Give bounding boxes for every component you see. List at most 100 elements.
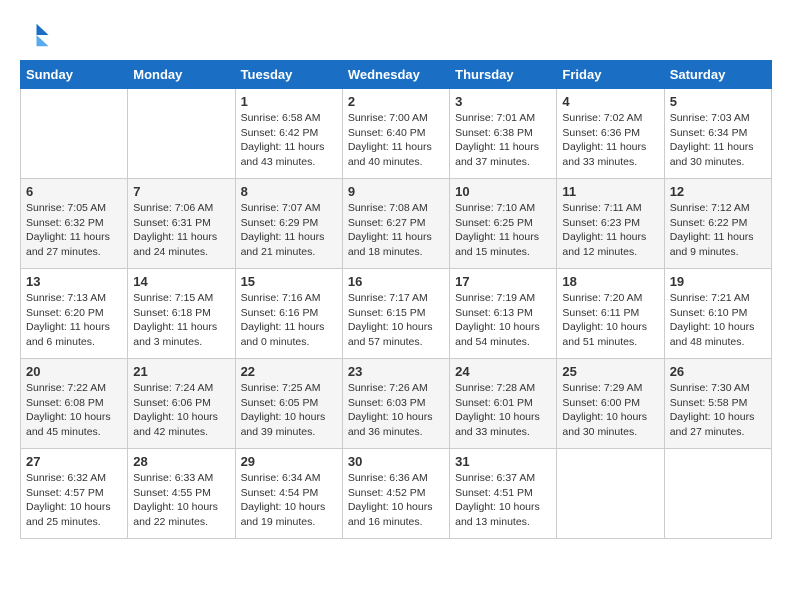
col-header-friday: Friday	[557, 61, 664, 89]
day-info: Sunrise: 7:20 AM Sunset: 6:11 PM Dayligh…	[562, 291, 658, 350]
day-info: Sunrise: 7:19 AM Sunset: 6:13 PM Dayligh…	[455, 291, 551, 350]
col-header-sunday: Sunday	[21, 61, 128, 89]
day-info: Sunrise: 7:29 AM Sunset: 6:00 PM Dayligh…	[562, 381, 658, 440]
logo	[20, 20, 54, 50]
day-number: 15	[241, 274, 337, 289]
day-number: 23	[348, 364, 444, 379]
day-cell: 21 Sunrise: 7:24 AM Sunset: 6:06 PM Dayli…	[128, 359, 235, 449]
day-info: Sunrise: 6:58 AM Sunset: 6:42 PM Dayligh…	[241, 111, 337, 170]
week-row-2: 6 Sunrise: 7:05 AM Sunset: 6:32 PM Daylig…	[21, 179, 772, 269]
day-cell: 7 Sunrise: 7:06 AM Sunset: 6:31 PM Daylig…	[128, 179, 235, 269]
day-info: Sunrise: 6:36 AM Sunset: 4:52 PM Dayligh…	[348, 471, 444, 530]
col-header-tuesday: Tuesday	[235, 61, 342, 89]
day-info: Sunrise: 7:02 AM Sunset: 6:36 PM Dayligh…	[562, 111, 658, 170]
day-number: 30	[348, 454, 444, 469]
day-number: 22	[241, 364, 337, 379]
day-cell	[21, 89, 128, 179]
day-number: 20	[26, 364, 122, 379]
week-row-3: 13 Sunrise: 7:13 AM Sunset: 6:20 PM Dayli…	[21, 269, 772, 359]
day-number: 17	[455, 274, 551, 289]
day-cell: 26 Sunrise: 7:30 AM Sunset: 5:58 PM Dayli…	[664, 359, 771, 449]
day-cell: 6 Sunrise: 7:05 AM Sunset: 6:32 PM Daylig…	[21, 179, 128, 269]
day-info: Sunrise: 7:28 AM Sunset: 6:01 PM Dayligh…	[455, 381, 551, 440]
week-row-5: 27Sunrise: 6:32 AM Sunset: 4:57 PM Dayli…	[21, 449, 772, 539]
calendar-table: SundayMondayTuesdayWednesdayThursdayFrid…	[20, 60, 772, 539]
col-header-thursday: Thursday	[450, 61, 557, 89]
day-cell: 16 Sunrise: 7:17 AM Sunset: 6:15 PM Dayli…	[342, 269, 449, 359]
day-cell: 25 Sunrise: 7:29 AM Sunset: 6:00 PM Dayli…	[557, 359, 664, 449]
day-number: 5	[670, 94, 766, 109]
col-header-wednesday: Wednesday	[342, 61, 449, 89]
day-number: 21	[133, 364, 229, 379]
day-cell: 12 Sunrise: 7:12 AM Sunset: 6:22 PM Dayli…	[664, 179, 771, 269]
day-number: 8	[241, 184, 337, 199]
day-number: 6	[26, 184, 122, 199]
day-cell: 29 Sunrise: 6:34 AM Sunset: 4:54 PM Dayli…	[235, 449, 342, 539]
day-info: Sunrise: 7:05 AM Sunset: 6:32 PM Dayligh…	[26, 201, 122, 260]
day-number: 13	[26, 274, 122, 289]
day-cell: 19 Sunrise: 7:21 AM Sunset: 6:10 PM Dayli…	[664, 269, 771, 359]
day-cell: 27Sunrise: 6:32 AM Sunset: 4:57 PM Dayli…	[21, 449, 128, 539]
day-info: Sunrise: 7:01 AM Sunset: 6:38 PM Dayligh…	[455, 111, 551, 170]
day-info: Sunrise: 6:33 AM Sunset: 4:55 PM Dayligh…	[133, 471, 229, 530]
day-cell: 28 Sunrise: 6:33 AM Sunset: 4:55 PM Dayli…	[128, 449, 235, 539]
week-row-4: 20Sunrise: 7:22 AM Sunset: 6:08 PM Dayli…	[21, 359, 772, 449]
day-info: Sunrise: 7:17 AM Sunset: 6:15 PM Dayligh…	[348, 291, 444, 350]
day-cell: 23 Sunrise: 7:26 AM Sunset: 6:03 PM Dayli…	[342, 359, 449, 449]
day-cell: 22Sunrise: 7:25 AM Sunset: 6:05 PM Dayli…	[235, 359, 342, 449]
day-number: 16	[348, 274, 444, 289]
day-cell	[128, 89, 235, 179]
day-number: 10	[455, 184, 551, 199]
day-info: Sunrise: 7:00 AM Sunset: 6:40 PM Dayligh…	[348, 111, 444, 170]
day-cell: 13 Sunrise: 7:13 AM Sunset: 6:20 PM Dayli…	[21, 269, 128, 359]
day-info: Sunrise: 7:30 AM Sunset: 5:58 PM Dayligh…	[670, 381, 766, 440]
day-cell: 5Sunrise: 7:03 AM Sunset: 6:34 PM Daylig…	[664, 89, 771, 179]
day-info: Sunrise: 7:11 AM Sunset: 6:23 PM Dayligh…	[562, 201, 658, 260]
day-number: 25	[562, 364, 658, 379]
day-number: 24	[455, 364, 551, 379]
day-info: Sunrise: 7:24 AM Sunset: 6:06 PM Dayligh…	[133, 381, 229, 440]
day-cell	[557, 449, 664, 539]
day-cell	[664, 449, 771, 539]
day-number: 7	[133, 184, 229, 199]
day-info: Sunrise: 7:12 AM Sunset: 6:22 PM Dayligh…	[670, 201, 766, 260]
day-cell: 17 Sunrise: 7:19 AM Sunset: 6:13 PM Dayli…	[450, 269, 557, 359]
day-info: Sunrise: 7:08 AM Sunset: 6:27 PM Dayligh…	[348, 201, 444, 260]
day-cell: 31 Sunrise: 6:37 AM Sunset: 4:51 PM Dayli…	[450, 449, 557, 539]
day-number: 27	[26, 454, 122, 469]
day-cell: 20Sunrise: 7:22 AM Sunset: 6:08 PM Dayli…	[21, 359, 128, 449]
day-cell: 4 Sunrise: 7:02 AM Sunset: 6:36 PM Daylig…	[557, 89, 664, 179]
day-number: 2	[348, 94, 444, 109]
day-info: Sunrise: 7:21 AM Sunset: 6:10 PM Dayligh…	[670, 291, 766, 350]
header-row: SundayMondayTuesdayWednesdayThursdayFrid…	[21, 61, 772, 89]
logo-icon	[20, 20, 50, 50]
day-cell: 18 Sunrise: 7:20 AM Sunset: 6:11 PM Dayli…	[557, 269, 664, 359]
day-number: 19	[670, 274, 766, 289]
day-cell: 24 Sunrise: 7:28 AM Sunset: 6:01 PM Dayli…	[450, 359, 557, 449]
col-header-saturday: Saturday	[664, 61, 771, 89]
day-number: 18	[562, 274, 658, 289]
day-number: 9	[348, 184, 444, 199]
day-info: Sunrise: 7:06 AM Sunset: 6:31 PM Dayligh…	[133, 201, 229, 260]
day-number: 11	[562, 184, 658, 199]
day-info: Sunrise: 7:13 AM Sunset: 6:20 PM Dayligh…	[26, 291, 122, 350]
day-info: Sunrise: 7:10 AM Sunset: 6:25 PM Dayligh…	[455, 201, 551, 260]
day-cell: 14Sunrise: 7:15 AM Sunset: 6:18 PM Dayli…	[128, 269, 235, 359]
day-info: Sunrise: 7:16 AM Sunset: 6:16 PM Dayligh…	[241, 291, 337, 350]
day-info: Sunrise: 6:37 AM Sunset: 4:51 PM Dayligh…	[455, 471, 551, 530]
day-cell: 10 Sunrise: 7:10 AM Sunset: 6:25 PM Dayli…	[450, 179, 557, 269]
week-row-1: 1Sunrise: 6:58 AM Sunset: 6:42 PM Daylig…	[21, 89, 772, 179]
day-number: 31	[455, 454, 551, 469]
col-header-monday: Monday	[128, 61, 235, 89]
day-number: 28	[133, 454, 229, 469]
day-number: 12	[670, 184, 766, 199]
day-cell: 2 Sunrise: 7:00 AM Sunset: 6:40 PM Daylig…	[342, 89, 449, 179]
day-cell: 8Sunrise: 7:07 AM Sunset: 6:29 PM Daylig…	[235, 179, 342, 269]
day-number: 26	[670, 364, 766, 379]
day-number: 4	[562, 94, 658, 109]
day-info: Sunrise: 7:26 AM Sunset: 6:03 PM Dayligh…	[348, 381, 444, 440]
day-number: 3	[455, 94, 551, 109]
day-number: 29	[241, 454, 337, 469]
day-info: Sunrise: 6:34 AM Sunset: 4:54 PM Dayligh…	[241, 471, 337, 530]
day-cell: 1Sunrise: 6:58 AM Sunset: 6:42 PM Daylig…	[235, 89, 342, 179]
